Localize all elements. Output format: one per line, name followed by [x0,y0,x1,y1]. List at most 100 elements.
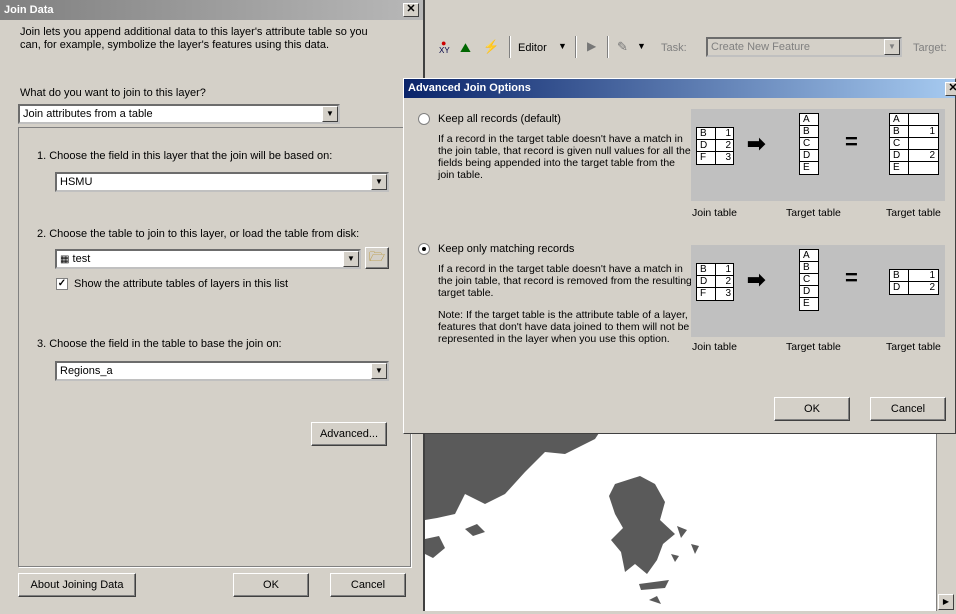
join-cell: 3 [725,152,731,163]
chevron-down-icon[interactable]: ▼ [322,106,338,122]
result-table-caption: Target table [886,341,941,353]
scroll-right-arrow[interactable]: ▶ [938,594,954,610]
join-cancel-button[interactable]: Cancel [330,573,406,597]
join-ok-button[interactable]: OK [233,573,309,597]
arrow-right-icon: ➡ [747,131,766,156]
geoprocessing-icon[interactable]: ⛰ [460,40,471,56]
chevron-down-icon[interactable]: ▼ [371,363,387,379]
join-cell: F [700,288,707,299]
task-dropdown[interactable]: Create New Feature ▼ [706,37,902,57]
sketch-pencil-icon[interactable]: ✎ [617,39,628,55]
join-cell: D [697,140,715,152]
result-cell: 2 [929,150,935,161]
keep-matching-label: Keep only matching records [438,243,575,255]
result-cell: B [893,126,900,137]
editor-toolbar: ● XY ⛰ ⚡ Editor ▼ ▶ ✎ ▼ Task: Create New… [425,30,956,64]
keep-matching-radio[interactable] [418,243,430,255]
keep-all-label: Keep all records (default) [438,113,561,125]
chevron-down-icon[interactable]: ▼ [884,39,900,55]
chevron-down-icon[interactable]: ▼ [558,41,567,51]
join-table-caption: Join table [692,341,737,353]
join-table-caption: Join table [692,207,737,219]
result-row: D2 [890,150,938,162]
result-cell: 2 [929,282,935,293]
result-row: B1 [890,126,938,138]
target-cell: C [800,138,818,150]
map-scrollbar[interactable]: ▶ [936,420,956,611]
join-cell: B [697,128,715,140]
join-cell: D [697,276,715,288]
table-field-value: Regions_a [60,365,113,377]
join-table-dropdown[interactable]: ▦ test ▼ [55,249,361,269]
result-cell: A [890,114,938,126]
task-label: Task: [661,42,687,54]
result-cell: 1 [929,126,935,137]
show-attr-checkbox[interactable]: ✓ [56,278,68,290]
join-intro-text: Join lets you append additional data to … [20,26,368,51]
join-cell: 1 [715,128,733,140]
join-type-dropdown[interactable]: Join attributes from a table ▼ [18,104,340,124]
adv-ok-button[interactable]: OK [774,397,850,421]
adv-cancel-button[interactable]: Cancel [870,397,946,421]
open-folder-icon: 🗁 [368,249,386,264]
xy-label: XY [439,46,450,55]
target-table-graphic: A B C D E [799,249,819,311]
toolbar-separator [607,36,609,58]
map-view[interactable] [425,424,956,611]
result-table-graphic: B1 D2 [889,269,939,295]
result-cell: 1 [929,270,935,281]
toolbar-separator [509,36,511,58]
result-cell: E [893,162,900,173]
target-cell: E [803,162,810,173]
target-label: Target: [913,42,947,54]
join-cell: B [697,264,715,276]
target-cell: E [803,298,810,309]
join-dialog-titlebar[interactable]: Join Data ✕ [0,0,423,20]
result-table-graphic: A B1 C D2 E [889,113,939,175]
layer-field-value: HSMU [60,176,93,188]
join-type-value: Join attributes from a table [23,108,153,120]
advanced-join-options-dialog: Advanced Join Options ✕ Keep all records… [403,78,956,434]
target-table-caption: Target table [786,341,841,353]
result-row: B1 [890,270,938,282]
join-options-group: 1. Choose the field in this layer that t… [18,127,411,567]
show-attr-label: Show the attribute tables of layers in t… [74,278,288,290]
keep-matching-description: If a record in the target table doesn't … [438,263,692,299]
chevron-down-icon[interactable]: ▼ [371,174,387,190]
target-table-caption: Target table [786,207,841,219]
table-icon: ▦ [60,254,70,265]
table-field-dropdown[interactable]: Regions_a ▼ [55,361,389,381]
result-table-caption: Target table [886,207,941,219]
close-icon[interactable]: ✕ [945,82,956,96]
target-cell: D [800,150,818,162]
join-cell: 3 [725,288,731,299]
about-joining-button[interactable]: About Joining Data [18,573,136,597]
close-icon[interactable]: ✕ [403,3,419,17]
result-cell: D [893,282,901,293]
editor-menu[interactable]: Editor [518,42,547,54]
join-table-value: test [72,253,91,265]
equals-icon: = [845,265,858,290]
lightning-icon[interactable]: ⚡ [483,39,499,55]
keep-all-radio[interactable] [418,113,430,125]
layer-field-dropdown[interactable]: HSMU ▼ [55,172,389,192]
chevron-down-icon[interactable]: ▼ [637,41,646,51]
join-question-label: What do you want to join to this layer? [20,87,206,99]
step2-label: 2. Choose the table to join to this laye… [37,228,360,240]
advanced-button[interactable]: Advanced... [311,422,387,446]
target-cell: B [800,262,818,274]
target-cell: C [800,274,818,286]
join-dialog-title: Join Data [4,4,54,16]
edit-tool-icon[interactable]: ▶ [587,39,596,53]
join-table-graphic: B 1 D 2 F 3 [696,127,734,165]
toolbar-separator [575,36,577,58]
adv-dialog-titlebar[interactable]: Advanced Join Options ✕ [404,79,956,98]
target-cell: A [800,250,818,262]
target-table-graphic: A B C D E [799,113,819,175]
keep-all-diagram: B 1 D 2 F 3 ➡ A B C D E = A B1 C D2 E [691,109,945,201]
chevron-down-icon[interactable]: ▼ [343,251,359,267]
result-cell: B [893,270,900,281]
open-folder-button[interactable]: 🗁 [365,247,389,269]
map-land [425,424,699,604]
join-cell: 1 [715,264,733,276]
